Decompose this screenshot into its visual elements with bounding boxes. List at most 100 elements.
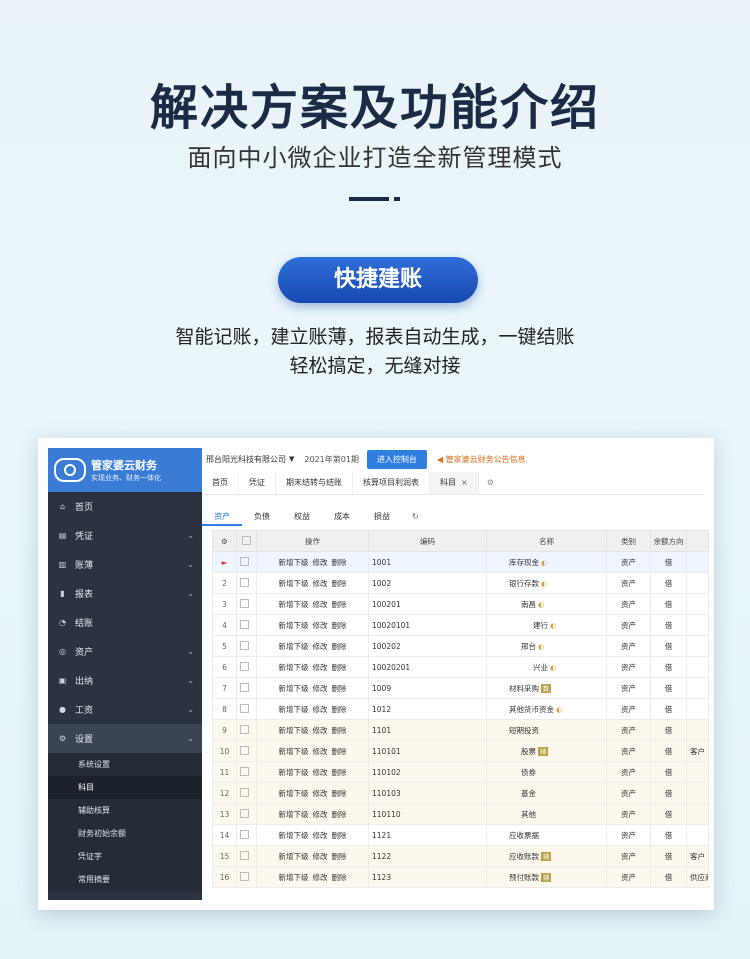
sidebar-item[interactable]: ◔ 结账 xyxy=(48,608,202,637)
delete-link[interactable]: 删除 xyxy=(332,621,347,630)
category-tab[interactable]: 成本 xyxy=(322,508,362,526)
delete-link[interactable]: 删除 xyxy=(332,705,347,714)
add-child-link[interactable]: 新增下级 xyxy=(279,726,309,735)
edit-link[interactable]: 修改 xyxy=(313,600,328,609)
row-checkbox[interactable] xyxy=(236,698,257,720)
sidebar-item[interactable]: ⚙ 设置 ⌄ xyxy=(48,724,202,753)
delete-link[interactable]: 删除 xyxy=(332,873,347,882)
add-child-link[interactable]: 新增下级 xyxy=(279,789,309,798)
page-tab[interactable]: 期末结转与结账 xyxy=(276,472,353,494)
edit-link[interactable]: 修改 xyxy=(313,873,328,882)
row-checkbox[interactable] xyxy=(236,614,257,636)
delete-link[interactable]: 删除 xyxy=(332,810,347,819)
edit-link[interactable]: 修改 xyxy=(313,705,328,714)
row-checkbox[interactable] xyxy=(236,551,257,573)
row-checkbox[interactable] xyxy=(236,803,257,825)
subnav-item[interactable]: 科目 xyxy=(48,776,202,799)
table-row[interactable]: 15 新增下级 修改 删除 1122 应收账款辅资产借客户 xyxy=(212,845,709,867)
notice-link[interactable]: ◀ 管家婆云财务公告信息 xyxy=(437,454,526,465)
add-child-link[interactable]: 新增下级 xyxy=(279,600,309,609)
table-row[interactable]: 13 新增下级 修改 删除 110110 其他 资产借 xyxy=(212,803,709,825)
sidebar-item[interactable]: ▤ 凭证 ⌄ xyxy=(48,521,202,550)
edit-link[interactable]: 修改 xyxy=(313,747,328,756)
delete-link[interactable]: 删除 xyxy=(332,684,347,693)
row-checkbox[interactable] xyxy=(236,866,257,888)
add-child-link[interactable]: 新增下级 xyxy=(279,621,309,630)
select-all-checkbox[interactable] xyxy=(236,530,257,552)
table-row[interactable]: 16新增下级修改删除1123预付账款辅资产借供应商 xyxy=(212,866,709,888)
table-row[interactable]: 4 新增下级 修改 删除 10020101 建行 ◐ 资产借 xyxy=(212,614,709,636)
add-child-link[interactable]: 新增下级 xyxy=(279,705,309,714)
subnav-item[interactable]: 辅助核算 xyxy=(48,799,202,822)
row-checkbox[interactable] xyxy=(236,719,257,741)
add-child-link[interactable]: 新增下级 xyxy=(279,873,309,882)
subnav-item[interactable]: 财务初始余额 xyxy=(48,822,202,845)
add-child-link[interactable]: 新增下级 xyxy=(279,663,309,672)
add-child-link[interactable]: 新增下级 xyxy=(279,852,309,861)
sidebar-item[interactable]: ◎ 资产 ⌄ xyxy=(48,637,202,666)
delete-link[interactable]: 删除 xyxy=(332,789,347,798)
chevron-down-icon[interactable]: ▼ xyxy=(289,455,294,463)
delete-link[interactable]: 删除 xyxy=(332,579,347,588)
edit-link[interactable]: 修改 xyxy=(313,579,328,588)
add-child-link[interactable]: 新增下级 xyxy=(279,831,309,840)
table-row[interactable]: 5 新增下级 修改 删除 100202 邢台 ◐ 资产借 xyxy=(212,635,709,657)
add-child-link[interactable]: 新增下级 xyxy=(279,810,309,819)
page-tab[interactable]: 核算项目利润表 xyxy=(353,472,430,494)
page-tab[interactable]: 科目 × xyxy=(430,472,479,494)
close-icon[interactable]: × xyxy=(461,478,468,487)
sidebar-item[interactable]: ⌂ 首页 xyxy=(48,492,202,521)
refresh-icon[interactable]: ↻ xyxy=(402,508,429,526)
row-checkbox[interactable] xyxy=(236,845,257,867)
category-tab[interactable]: 损益 xyxy=(362,508,402,526)
row-checkbox[interactable] xyxy=(236,572,257,594)
company-selector[interactable]: 邢台阳光科技有限公司 xyxy=(206,454,286,465)
edit-link[interactable]: 修改 xyxy=(313,852,328,861)
edit-link[interactable]: 修改 xyxy=(313,663,328,672)
subnav-item[interactable]: 系统设置 xyxy=(48,753,202,776)
table-row[interactable]: 9 新增下级 修改 删除 1101 短期投资 资产借 xyxy=(212,719,709,741)
row-checkbox[interactable] xyxy=(236,635,257,657)
table-row[interactable]: ► 新增下级 修改 删除 1001 库存现金 ◐ 资产借 xyxy=(212,551,709,573)
row-checkbox[interactable] xyxy=(236,656,257,678)
add-child-link[interactable]: 新增下级 xyxy=(279,579,309,588)
edit-link[interactable]: 修改 xyxy=(313,621,328,630)
delete-link[interactable]: 删除 xyxy=(332,831,347,840)
add-child-link[interactable]: 新增下级 xyxy=(279,747,309,756)
edit-link[interactable]: 修改 xyxy=(313,768,328,777)
sidebar-item[interactable]: ▮ 报表 ⌄ xyxy=(48,579,202,608)
page-tab[interactable]: 凭证 xyxy=(239,472,276,494)
edit-link[interactable]: 修改 xyxy=(313,684,328,693)
sidebar-item[interactable]: ● 工资 ⌄ xyxy=(48,695,202,724)
delete-link[interactable]: 删除 xyxy=(332,600,347,609)
tab-settings-icon[interactable]: ⚙ xyxy=(479,472,502,494)
table-row[interactable]: 2 新增下级 修改 删除 1002 银行存款 ◐ 资产借 xyxy=(212,572,709,594)
delete-link[interactable]: 删除 xyxy=(332,663,347,672)
edit-link[interactable]: 修改 xyxy=(313,642,328,651)
sidebar-item[interactable]: ▣ 出纳 ⌄ xyxy=(48,666,202,695)
delete-link[interactable]: 删除 xyxy=(332,768,347,777)
add-child-link[interactable]: 新增下级 xyxy=(279,558,309,567)
column-settings-icon[interactable]: ⚙ xyxy=(212,530,237,552)
delete-link[interactable]: 删除 xyxy=(332,852,347,861)
console-button[interactable]: 进入控制台 xyxy=(366,449,427,469)
row-checkbox[interactable] xyxy=(236,782,257,804)
sidebar-item[interactable]: ▥ 账薄 ⌄ xyxy=(48,550,202,579)
table-row[interactable]: 3 新增下级 修改 删除 100201 南昌 ◐ 资产借 xyxy=(212,593,709,615)
row-checkbox[interactable] xyxy=(236,740,257,762)
table-row[interactable]: 8 新增下级 修改 删除 1012 其他货币资金 ◐ 资产借 xyxy=(212,698,709,720)
subnav-item[interactable]: 常用摘要 xyxy=(48,868,202,891)
delete-link[interactable]: 删除 xyxy=(332,642,347,651)
row-checkbox[interactable] xyxy=(236,824,257,846)
table-row[interactable]: 7 新增下级 修改 删除 1009 材料采购数资产借 xyxy=(212,677,709,699)
table-row[interactable]: 11 新增下级 修改 删除 110102 债券 资产借 xyxy=(212,761,709,783)
edit-link[interactable]: 修改 xyxy=(313,810,328,819)
row-checkbox[interactable] xyxy=(236,677,257,699)
table-row[interactable]: 6 新增下级 修改 删除 10020201 兴业 ◐ 资产借 xyxy=(212,656,709,678)
page-tab[interactable]: 首页 xyxy=(202,472,239,494)
row-checkbox[interactable] xyxy=(236,761,257,783)
delete-link[interactable]: 删除 xyxy=(332,558,347,567)
add-child-link[interactable]: 新增下级 xyxy=(279,642,309,651)
table-row[interactable]: 10 新增下级 修改 删除 110101 股票辅资产借客户 xyxy=(212,740,709,762)
delete-link[interactable]: 删除 xyxy=(332,726,347,735)
